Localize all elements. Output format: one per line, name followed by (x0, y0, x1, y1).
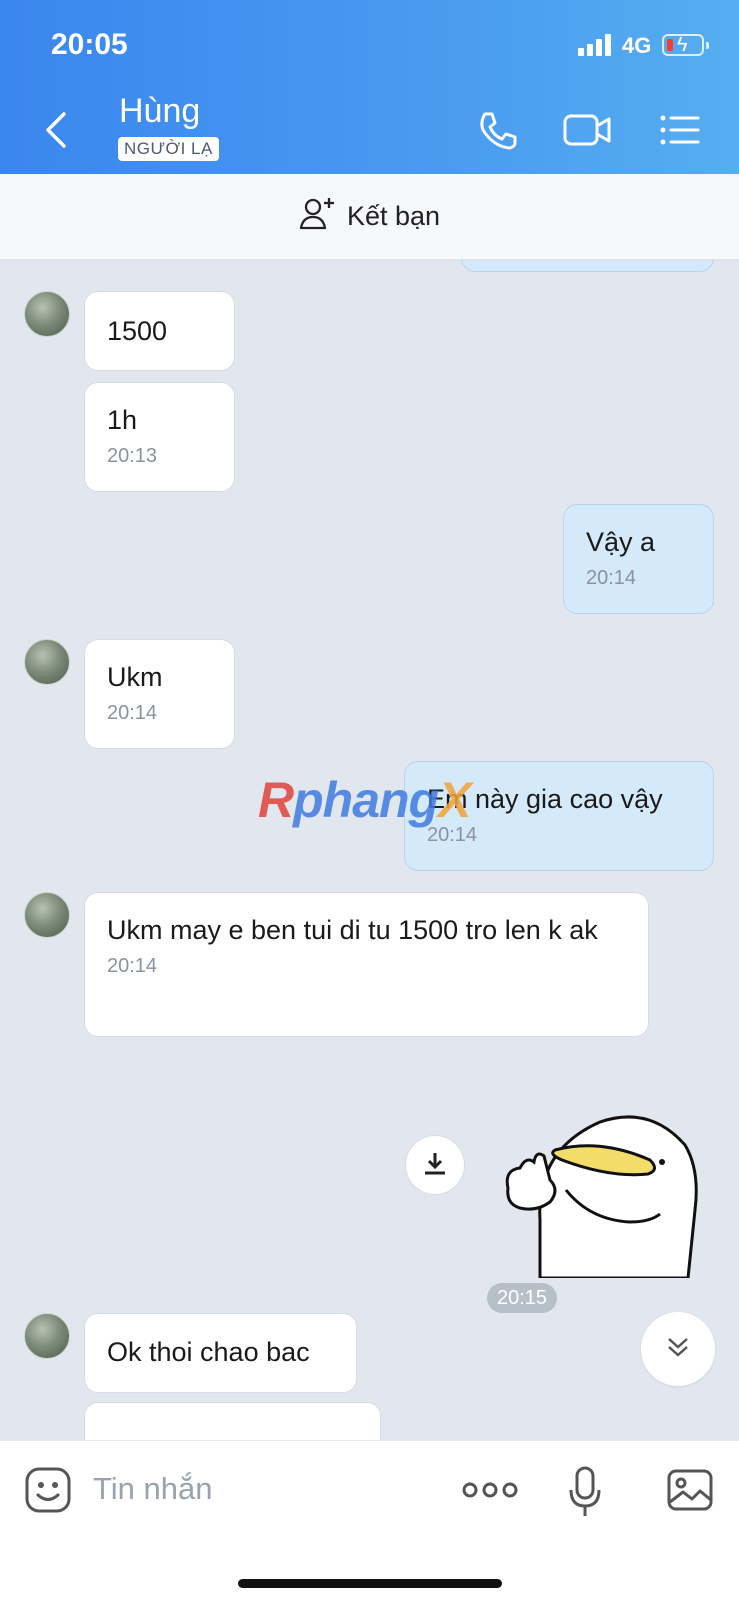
chat-header: 20:05 4G ϟ Hùng NGƯỜI LẠ (0, 0, 739, 174)
add-friend-label: Kết bạn (346, 201, 441, 231)
message-input[interactable]: Tin nhắn (93, 1471, 213, 1507)
message-bubble[interactable]: 1h 20:13 (84, 382, 235, 492)
add-friend-button[interactable]: Kết bạn (0, 174, 739, 260)
stranger-badge: NGƯỜI LẠ (118, 137, 219, 161)
menu-list-icon[interactable] (658, 108, 702, 152)
chat-area[interactable]: 1500 1h 20:13 Vậy a 20:14 Ukm 20:14 Em n… (0, 260, 739, 1440)
message-text: Vậy a (586, 527, 656, 557)
message-time: 20:14 (586, 567, 637, 589)
home-indicator (238, 1579, 502, 1588)
add-user-icon (299, 196, 335, 237)
message-bubble-partial[interactable] (461, 260, 714, 272)
battery-icon: ϟ (662, 34, 709, 56)
download-icon (422, 1150, 448, 1181)
message-bubble[interactable]: Ukm 20:14 (84, 639, 235, 749)
emoji-icon[interactable] (24, 1466, 72, 1514)
avatar[interactable] (24, 1313, 70, 1359)
phone-icon[interactable] (475, 108, 519, 152)
network-type: 4G (622, 33, 652, 58)
double-chevron-down-icon (665, 1334, 691, 1365)
message-bubble[interactable]: Vậy a 20:14 (563, 504, 714, 614)
scroll-to-bottom-button[interactable] (641, 1312, 715, 1386)
message-bubble[interactable]: Em này gia cao vậy 20:14 (404, 761, 714, 871)
avatar[interactable] (24, 892, 70, 938)
signal-icon (578, 34, 614, 56)
message-time: 20:14 (427, 824, 478, 846)
message-time: 20:14 (107, 702, 158, 724)
sticker-time: 20:15 (487, 1283, 557, 1313)
message-bubble[interactable]: 1500 (84, 291, 235, 371)
download-button[interactable] (405, 1135, 465, 1195)
message-time: 20:14 (107, 955, 158, 977)
avatar[interactable] (24, 291, 70, 337)
avatar[interactable] (24, 639, 70, 685)
image-gallery-icon[interactable] (666, 1466, 714, 1514)
microphone-icon[interactable] (568, 1466, 602, 1516)
message-time: 20:13 (107, 445, 158, 467)
message-text: 1h (107, 405, 138, 435)
message-text: 1500 (107, 316, 168, 346)
message-text: Ukm may e ben tui di tu 1500 tro len k a… (107, 915, 598, 945)
message-text: Em này gia cao vậy (427, 784, 663, 814)
sticker-image[interactable] (500, 1110, 705, 1280)
message-composer: Tin nhắn (0, 1440, 739, 1600)
contact-name[interactable]: Hùng (119, 92, 200, 131)
message-text: Ok thoi chao bac (107, 1337, 310, 1367)
status-time: 20:05 (51, 28, 128, 61)
message-text: Ukm (107, 662, 163, 692)
message-bubble-partial[interactable] (84, 1402, 381, 1440)
back-chevron-icon[interactable] (40, 108, 76, 152)
more-options-icon[interactable] (462, 1466, 518, 1514)
message-bubble[interactable]: Ukm may e ben tui di tu 1500 tro len k a… (84, 892, 649, 1037)
message-bubble[interactable]: Ok thoi chao bac (84, 1313, 357, 1393)
video-camera-icon[interactable] (562, 108, 614, 152)
